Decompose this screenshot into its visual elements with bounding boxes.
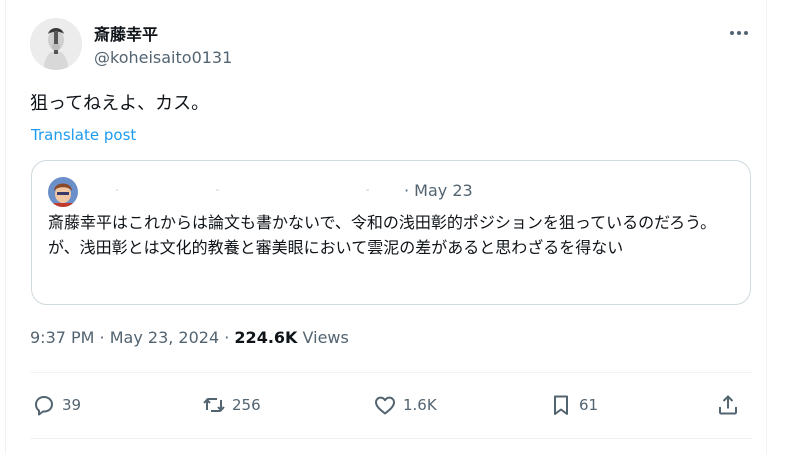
reply-count: 39 <box>62 396 82 414</box>
translate-post-link[interactable]: Translate post <box>31 126 136 144</box>
meta-separator: · <box>219 328 235 347</box>
divider <box>30 438 752 439</box>
quoted-tweet-date[interactable]: · May 23 <box>404 181 473 200</box>
quoted-author-name-redacted <box>116 189 416 191</box>
share-button[interactable] <box>716 391 740 419</box>
quoted-author-avatar[interactable] <box>48 177 78 207</box>
divider <box>30 372 752 373</box>
tweet-text: 狙ってねえよ、カス。 <box>30 93 210 114</box>
tweet-date[interactable]: May 23, 2024 <box>110 328 219 347</box>
views-count: 224.6K <box>234 328 298 347</box>
like-count: 1.6K <box>403 396 437 414</box>
meta-separator: · <box>94 328 110 347</box>
quoted-tweet[interactable]: · May 23 斎藤幸平はこれからは論文も書かないで、令和の浅田彰的ポジション… <box>31 160 751 305</box>
repost-button[interactable]: 256 <box>202 391 261 419</box>
tweet-meta: 9:37 PM · May 23, 2024 · 224.6K Views <box>30 328 349 347</box>
tweet-time[interactable]: 9:37 PM <box>30 328 94 347</box>
action-bar: 39 256 1.6K 61 <box>6 385 768 425</box>
repost-count: 256 <box>232 396 261 414</box>
author-avatar[interactable] <box>30 18 82 70</box>
reply-button[interactable]: 39 <box>32 391 81 419</box>
more-dots-icon <box>730 31 748 35</box>
bookmark-count: 61 <box>579 396 599 414</box>
bookmark-icon <box>554 395 568 415</box>
tweet-card: 斎藤幸平 @koheisaito0131 狙ってねえよ、カス。 Translat… <box>5 0 767 454</box>
author-display-name[interactable]: 斎藤幸平 <box>94 21 158 45</box>
heart-icon <box>375 396 395 415</box>
views-label: Views <box>297 328 349 347</box>
share-icon <box>719 395 737 415</box>
repost-icon <box>203 398 225 412</box>
more-options-button[interactable] <box>724 22 754 44</box>
quoted-tweet-text: 斎藤幸平はこれからは論文も書かないで、令和の浅田彰的ポジションを狙っているのだろ… <box>48 213 717 257</box>
like-button[interactable]: 1.6K <box>373 391 437 419</box>
bookmark-button[interactable]: 61 <box>549 391 598 419</box>
author-handle[interactable]: @koheisaito0131 <box>94 48 232 67</box>
reply-icon <box>35 396 53 416</box>
